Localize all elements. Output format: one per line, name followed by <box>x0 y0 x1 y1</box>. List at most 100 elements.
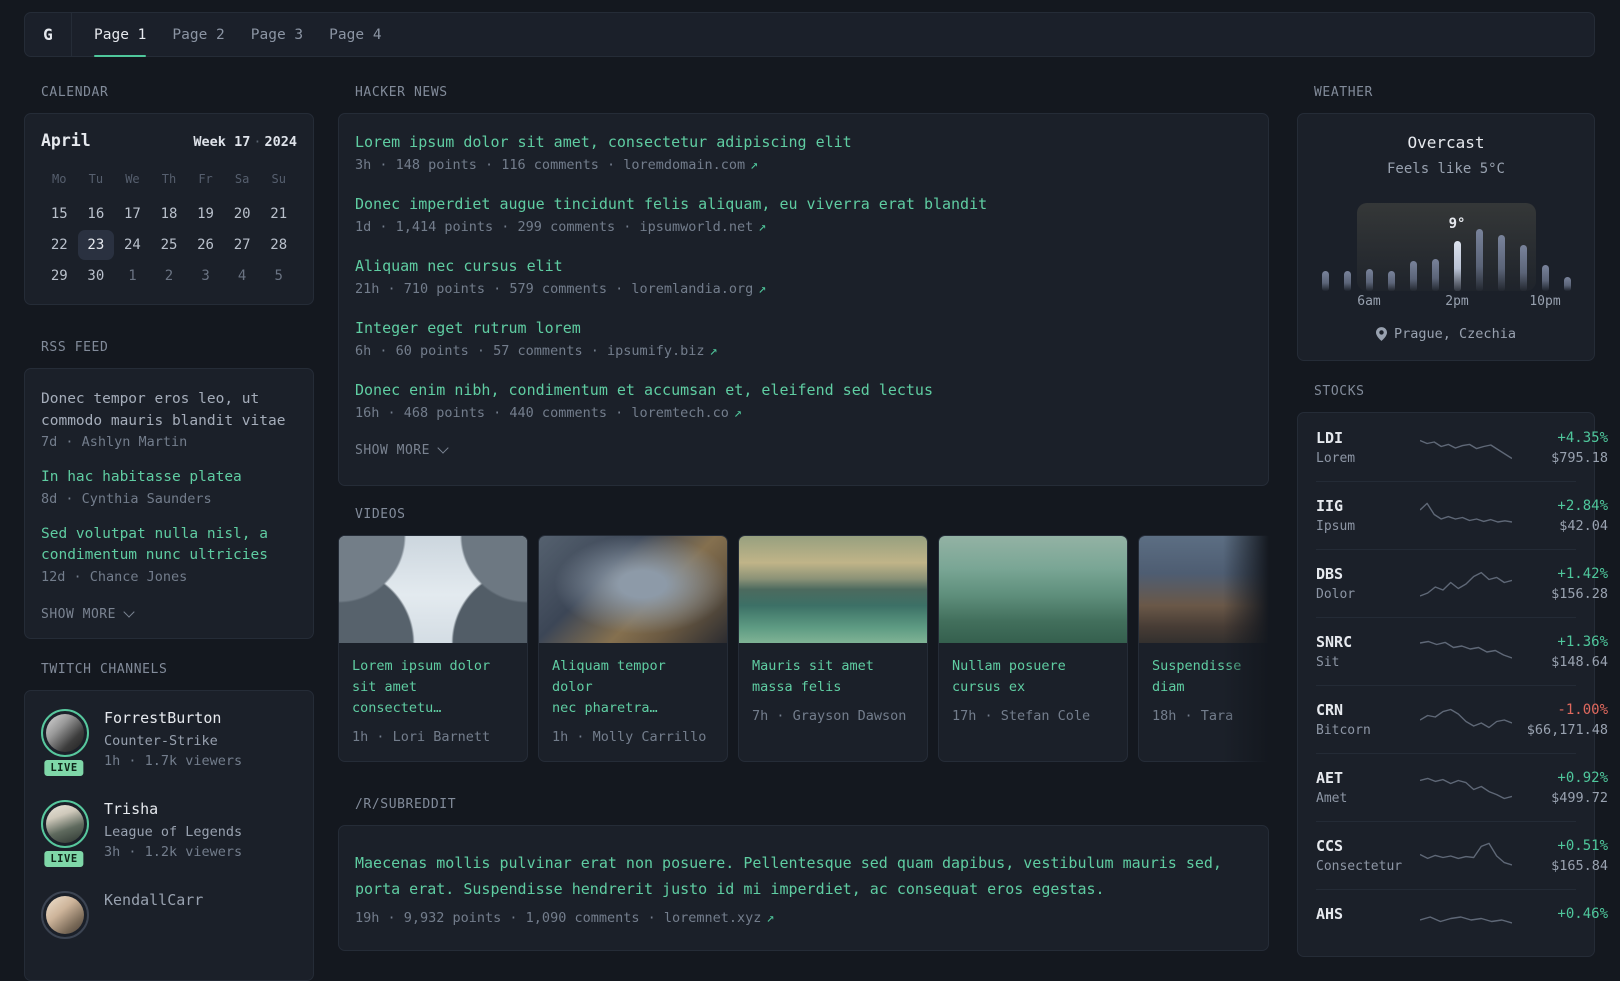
external-link-icon: ↗ <box>750 157 759 173</box>
video-thumbnail[interactable] <box>939 536 1127 643</box>
item-domain-link[interactable]: loremtech.co <box>631 405 729 421</box>
twitch-channel-name[interactable]: Trisha <box>104 800 242 818</box>
hacker-news-item-title[interactable]: Donec imperdiet augue tincidunt felis al… <box>355 195 1252 213</box>
video-card[interactable]: Suspendisse diam 18h · Tara <box>1138 535 1269 762</box>
stock-change: +0.46% <box>1557 906 1608 922</box>
stock-values: +0.51% $165.84 <box>1512 838 1608 874</box>
hacker-news-list: Lorem ipsum dolor sit amet, consectetur … <box>355 133 1252 421</box>
twitch-channel-info: KendallCarr <box>104 891 203 939</box>
video-title[interactable]: Suspendisse diam <box>1152 656 1269 698</box>
video-card[interactable]: Mauris sit amet massa felis 7h · Grayson D… <box>738 535 928 762</box>
video-thumbnail[interactable] <box>539 536 727 643</box>
stock-change: -1.00% <box>1557 701 1608 718</box>
twitch-channel-name[interactable]: ForrestBurton <box>104 709 242 727</box>
calendar-day: 17 <box>123 206 141 222</box>
video-thumbnail[interactable] <box>739 536 927 643</box>
calendar-day: 15 <box>50 206 68 222</box>
stock-name: Ipsum <box>1316 519 1356 534</box>
calendar-day: 5 <box>274 268 283 284</box>
hacker-news-header: HACKER NEWS <box>355 85 448 100</box>
stock-price: $156.28 <box>1551 585 1608 602</box>
weather-card: Overcast Feels like 5°C 9° 6am 2pm 10pm Pr… <box>1297 113 1595 361</box>
twitch-channel-row[interactable]: LIVE Trisha League of Legends 3h · 1.2k vie… <box>41 799 297 869</box>
rss-item-title[interactable]: In hac habitasse platea <box>41 467 297 489</box>
item-meta-text: 16h · 468 points · 440 comments · <box>355 405 632 421</box>
tab-page-4[interactable]: Page 4 <box>329 13 381 56</box>
video-title[interactable]: Lorem ipsum dolor sit amet consectetu… <box>352 656 514 719</box>
tab-page-1[interactable]: Page 1 <box>94 13 147 57</box>
stock-row[interactable]: DBS Dolor +1.42% $156.28 <box>1316 549 1608 617</box>
weather-bar <box>1387 271 1395 291</box>
stock-row[interactable]: IIG Ipsum +2.84% $42.04 <box>1316 481 1608 549</box>
avatar[interactable] <box>46 895 84 934</box>
rss-title-line: condimentum nunc ultricies <box>41 547 268 563</box>
video-thumbnail[interactable] <box>339 536 527 643</box>
stock-ticker: AHS <box>1316 905 1344 923</box>
rss-item-title[interactable]: Donec tempor eros leo, ut commodo mauris … <box>41 389 297 432</box>
weather-condition: Overcast <box>1407 133 1485 152</box>
sparkline-chart <box>1420 502 1512 523</box>
rss-item-meta: 8d · Cynthia Saunders <box>41 490 212 507</box>
twitch-channel-game: League of Legends <box>104 823 243 840</box>
stocks-list: LDI Lorem +4.35% $795.18 IIG Ipsum +2.84% $42.0… <box>1316 414 1608 955</box>
hacker-news-show-more-button[interactable]: SHOW MORE <box>355 442 1252 458</box>
tab-page-3[interactable]: Page 3 <box>251 13 303 56</box>
tab-page-2[interactable]: Page 2 <box>172 13 224 56</box>
rss-show-more-button[interactable]: SHOW MORE <box>41 605 297 622</box>
item-domain-link[interactable]: loremdomain.com <box>623 157 745 173</box>
item-domain-link[interactable]: ipsumify.biz <box>607 343 705 359</box>
video-thumbnail[interactable] <box>1139 536 1269 643</box>
stock-values: +4.35% $795.18 <box>1512 430 1608 466</box>
app-logo[interactable]: G <box>25 13 71 56</box>
sparkline-chart <box>1420 777 1512 799</box>
hacker-news-item-title[interactable]: Donec enim nibh, condimentum et accumsan… <box>355 381 1252 399</box>
external-link-icon: ↗ <box>709 343 718 359</box>
rss-item-meta: 7d · Ashlyn Martin <box>41 434 188 450</box>
twitch-header: TWITCH CHANNELS <box>41 661 168 677</box>
video-meta: 1h · Lori Barnett <box>352 729 491 745</box>
stock-ticker: CRN <box>1316 701 1344 719</box>
calendar-day: 19 <box>197 206 214 222</box>
rss-item: Donec tempor eros leo, ut commodo mauris … <box>41 389 297 450</box>
video-card[interactable]: Aliquam tempor dolor nec pharetra… 1h · Mo… <box>538 535 728 762</box>
calendar-day-of-week: Fr <box>198 172 213 186</box>
stock-change: +2.84% <box>1557 497 1608 514</box>
avatar-ring <box>41 799 89 848</box>
videos-row: Lorem ipsum dolor sit amet consectetu… 1h … <box>338 535 1269 762</box>
item-domain-link[interactable]: ipsumworld.net <box>639 219 753 235</box>
subreddit-title-line: Maecenas mollis pulvinar erat non posuer… <box>355 854 1222 872</box>
twitch-channel-row[interactable]: KendallCarr <box>41 890 297 939</box>
hacker-news-item-title[interactable]: Lorem ipsum dolor sit amet, consectetur … <box>355 133 1252 151</box>
stock-row[interactable]: AHS +0.46% <box>1316 889 1608 955</box>
video-title[interactable]: Aliquam tempor dolor nec pharetra… <box>552 656 714 719</box>
stock-row[interactable]: SNRC Sit +1.36% $148.64 <box>1316 617 1608 685</box>
stock-row[interactable]: AET Amet +0.92% $499.72 <box>1316 753 1608 821</box>
live-badge: LIVE <box>42 848 86 869</box>
video-card[interactable]: Lorem ipsum dolor sit amet consectetu… 1h … <box>338 535 528 762</box>
subreddit-post-title[interactable]: Maecenas mollis pulvinar erat non posuer… <box>355 850 1252 902</box>
item-domain-link[interactable]: loremlandia.org <box>631 281 753 297</box>
stock-row[interactable]: LDI Lorem +4.35% $795.18 <box>1316 414 1608 481</box>
stock-price: $148.64 <box>1551 653 1608 670</box>
rss-item-title[interactable]: Sed volutpat nulla nisl, a condimentum nu… <box>41 524 297 567</box>
avatar[interactable] <box>46 713 84 752</box>
subreddit-post-meta: 19h · 9,932 points · 1,090 comments · lo… <box>355 910 1252 926</box>
stock-row[interactable]: CCS Consectetur +0.51% $165.84 <box>1316 821 1608 889</box>
chevron-down-icon <box>437 442 449 454</box>
avatar[interactable] <box>46 804 84 843</box>
weather-bar-current <box>1453 241 1461 291</box>
video-title-line: Aliquam tempor dolor <box>552 658 666 695</box>
item-domain-link[interactable]: loremnet.xyz <box>664 910 762 926</box>
hacker-news-item-title[interactable]: Integer eget rutrum lorem <box>355 319 1252 337</box>
rss-item-meta: 12d · Chance Jones <box>41 568 188 585</box>
video-card[interactable]: Nullam posuere cursus ex 17h · Stefan Cole <box>938 535 1128 762</box>
hacker-news-item: Integer eget rutrum lorem 6h · 60 points … <box>355 319 1252 359</box>
rss-list: Donec tempor eros leo, ut commodo mauris … <box>41 389 297 585</box>
twitch-channel-row[interactable]: LIVE ForrestBurton Counter-Strike 1h · 1.7k… <box>41 708 297 778</box>
weather-bar <box>1321 271 1329 291</box>
video-title[interactable]: Mauris sit amet massa felis <box>752 656 914 698</box>
nav-divider <box>71 13 72 56</box>
stock-row[interactable]: CRN Bitcorn -1.00% $66,171.48 <box>1316 685 1608 753</box>
hacker-news-item-title[interactable]: Aliquam nec cursus elit <box>355 257 1252 275</box>
video-title[interactable]: Nullam posuere cursus ex <box>952 656 1114 698</box>
